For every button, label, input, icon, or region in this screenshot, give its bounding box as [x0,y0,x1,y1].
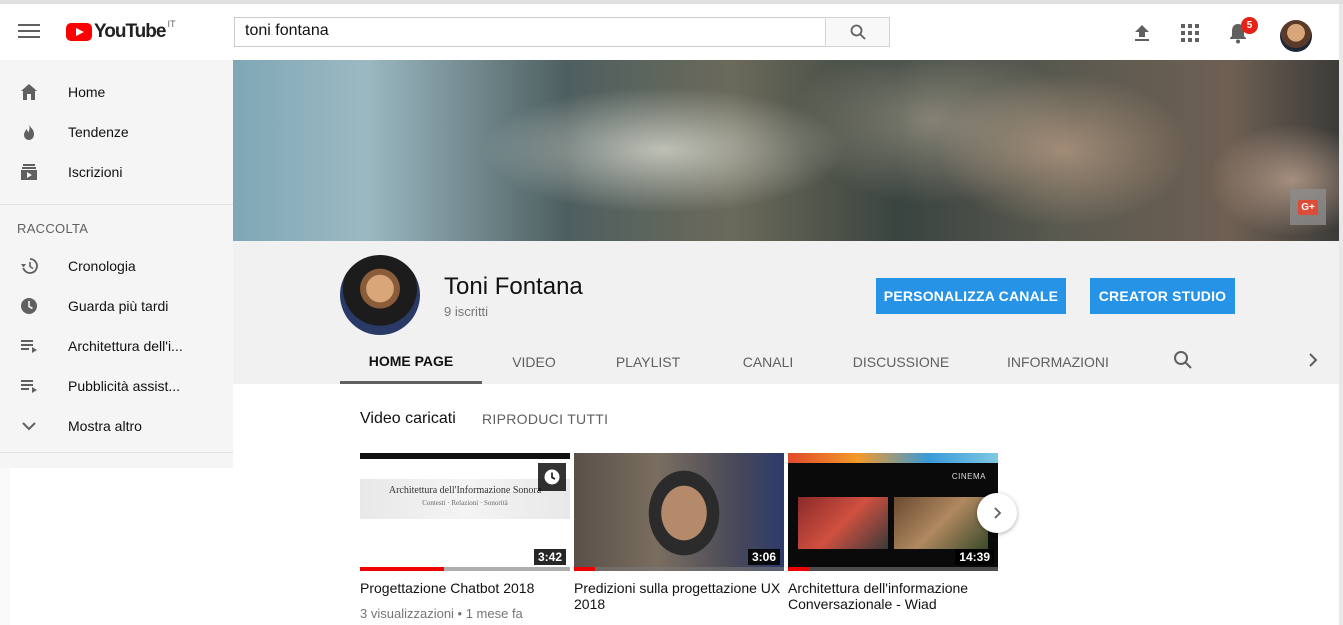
video-thumbnail[interactable]: CINEMA 14:39 [788,453,998,571]
account-avatar[interactable] [1280,20,1312,52]
section-title[interactable]: Video caricati [360,410,456,428]
customize-channel-button[interactable]: PERSONALIZZA CANALE [876,278,1066,314]
tab-playlists[interactable]: PLAYLIST [603,340,693,384]
sidebar-item-trending[interactable]: Tendenze [0,112,233,152]
playlist-icon [21,380,37,393]
sidebar-item-label: Iscrizioni [68,164,123,180]
sidebar-item-history[interactable]: Cronologia [0,246,233,286]
video-title[interactable]: Predizioni sulla progettazione UX 2018 [574,580,784,612]
tab-channels[interactable]: CANALI [725,340,811,384]
upload-icon[interactable] [1132,24,1152,42]
trending-icon [24,124,34,140]
sidebar-item-playlist-pubblicita[interactable]: Pubblicità assist... [0,366,233,406]
youtube-play-icon [66,23,92,41]
tab-videos[interactable]: VIDEO [494,340,574,384]
search-input[interactable]: toni fontana [234,17,826,47]
history-icon [21,258,38,274]
thumbnail-label: CINEMA [951,472,986,481]
sidebar-item-subscriptions[interactable]: Iscrizioni [0,152,233,192]
sidebar-item-show-more[interactable]: Mostra altro [0,406,233,446]
watch-later-icon [21,298,37,314]
apps-icon[interactable] [1181,24,1199,42]
clock-icon [544,469,560,485]
search-icon [850,24,866,40]
channel-name: Toni Fontana [444,273,583,300]
subscriber-count: 9 iscritti [444,304,489,319]
video-title[interactable]: Progettazione Chatbot 2018 [360,580,570,596]
watch-progress [788,567,809,571]
home-icon [21,84,37,100]
progress-track [788,567,998,571]
tab-about[interactable]: INFORMAZIONI [994,340,1122,384]
logo-text: YouTube [94,21,166,42]
search-button[interactable] [825,17,890,47]
video-title[interactable]: Architettura dell'informazione Conversaz… [788,580,998,612]
shelf-next-button[interactable] [977,493,1017,533]
thumbnail-scene-left [798,497,888,549]
notification-badge: 5 [1241,17,1258,34]
sidebar-item-home[interactable]: Home [0,72,233,112]
tab-home[interactable]: HOME PAGE [340,340,482,384]
google-plus-icon: G+ [1298,199,1318,215]
sidebar-item-label: Cronologia [68,258,136,274]
tab-discussion[interactable]: DISCUSSIONE [843,340,959,384]
chevron-down-icon [22,422,36,431]
sidebar-item-label: Guarda più tardi [68,298,169,314]
thumbnail-scene-right [894,497,988,549]
library-heading: RACCOLTA [17,221,89,236]
watch-later-button[interactable] [538,463,566,491]
sidebar-item-label: Tendenze [68,124,129,140]
thumbnail-stripe [788,453,998,463]
video-thumbnail[interactable]: 3:06 [574,453,784,571]
chevron-right-icon [994,507,1002,519]
google-plus-link[interactable]: G+ [1290,189,1326,225]
video-meta: 3 visualizzazioni • 1 mese fa [360,606,523,621]
sidebar-item-label: Pubblicità assist... [68,378,181,394]
sidebar-item-label: Home [68,84,106,100]
sidebar-item-label: Mostra altro [68,418,142,434]
subscriptions-icon [21,164,37,180]
chevron-right-icon[interactable] [1305,352,1321,368]
channel-search-icon[interactable] [1173,350,1193,370]
playlist-icon [21,340,37,353]
video-duration: 14:39 [955,549,994,565]
channel-avatar[interactable] [340,255,420,335]
sidebar-footer-area [10,468,233,625]
sidebar-divider [0,204,233,205]
page-scrollbar[interactable] [1339,4,1343,625]
sidebar-item-playlist-architettura[interactable]: Architettura dell'i... [0,326,233,366]
creator-studio-button[interactable]: CREATOR STUDIO [1090,278,1235,314]
thumbnail-subtext: Contesti · Relazioni · Sonorità [422,499,508,507]
sidebar-item-watch-later[interactable]: Guarda più tardi [0,286,233,326]
channel-banner [233,60,1343,241]
masthead: YouTube IT toni fontana 5 [0,4,1343,60]
menu-icon[interactable] [18,22,40,40]
country-code: IT [167,19,176,29]
play-all-button[interactable]: RIPRODUCI TUTTI [482,411,608,427]
watch-progress [574,567,595,571]
sidebar: Home Tendenze Iscrizioni RACCOLTA Cronol… [0,60,233,468]
video-thumbnail[interactable]: Architettura dell'Informazione Sonora Co… [360,453,570,571]
sidebar-item-label: Architettura dell'i... [68,338,183,354]
progress-track [574,567,784,571]
youtube-logo[interactable]: YouTube IT [66,19,176,43]
sidebar-divider [0,452,233,453]
watch-progress [360,567,444,571]
video-duration: 3:06 [747,549,780,565]
video-duration: 3:42 [533,549,566,565]
